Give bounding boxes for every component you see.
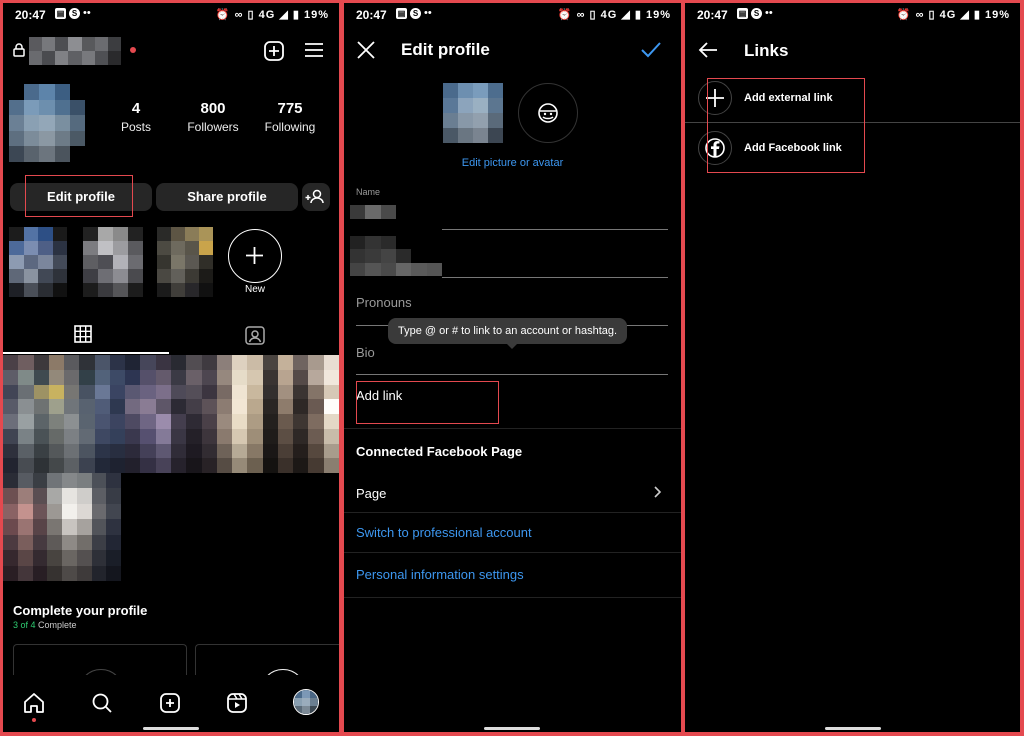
complete-profile-title: Complete your profile: [13, 603, 148, 618]
divider: [344, 552, 681, 553]
followers-label[interactable]: Followers: [173, 120, 253, 134]
avatar-face-icon: [538, 103, 558, 123]
lock-icon: [13, 43, 25, 57]
status-bar: 20:47 ▤ S •• ⏰ ∞ ▯ 4G ◢ ▮ 19%: [685, 3, 1020, 27]
new-highlight-button[interactable]: [228, 229, 282, 283]
back-arrow-icon[interactable]: [697, 40, 719, 60]
status-bar: 20:47 ▤ S •• ⏰ ∞ ▯ 4G ◢ ▮ 19%: [3, 3, 339, 27]
tagged-tab-icon[interactable]: [244, 324, 266, 346]
story-highlight-3[interactable]: [157, 227, 213, 297]
share-profile-button[interactable]: Share profile: [156, 183, 298, 211]
battery-level: 19%: [303, 9, 329, 21]
pronouns-field[interactable]: Pronouns: [356, 295, 412, 310]
create-post-icon[interactable]: [263, 40, 285, 62]
profile-tab-avatar[interactable]: [293, 689, 319, 715]
switch-professional-link[interactable]: Switch to professional account: [356, 525, 532, 540]
edit-profile-screen: 20:47 ▤ S •• ⏰ ∞ ▯ 4G ◢ ▮ 19% Edit profile…: [344, 3, 681, 732]
bio-tooltip-text: Type @ or # to link to an account or has…: [398, 325, 618, 337]
status-time: 20:47: [15, 8, 46, 22]
connected-facebook-heading: Connected Facebook Page: [356, 444, 523, 459]
name-field-value[interactable]: [350, 205, 396, 219]
posts-count[interactable]: 4: [96, 100, 176, 117]
status-time: 20:47: [356, 8, 387, 22]
status-time: 20:47: [697, 8, 728, 22]
name-label: Name: [356, 187, 381, 197]
grid-tab-icon[interactable]: [73, 324, 93, 344]
avatar-button[interactable]: [518, 83, 578, 143]
bio-field[interactable]: Bio: [356, 345, 375, 360]
search-icon[interactable]: [90, 691, 114, 715]
page-row-label[interactable]: Page: [356, 486, 386, 501]
followers-count[interactable]: 800: [173, 100, 253, 117]
posts-label[interactable]: Posts: [96, 120, 176, 134]
add-person-icon: [305, 189, 324, 204]
page-title: Edit profile: [401, 40, 490, 59]
home-indicator: [825, 727, 881, 730]
page-title: Links: [744, 41, 789, 60]
battery-level: 19%: [984, 9, 1010, 21]
divider: [344, 512, 681, 513]
notification-icons: ▤ S ••: [737, 7, 773, 19]
menu-icon[interactable]: [304, 41, 324, 59]
bio-underline: [356, 374, 668, 375]
battery-level: 19%: [645, 9, 671, 21]
story-highlight-1[interactable]: [9, 227, 67, 297]
progress-suffix: Complete: [35, 620, 77, 630]
profile-picture[interactable]: [443, 83, 503, 143]
name-underline: [442, 229, 668, 230]
post-thumbnail-lower[interactable]: [3, 473, 121, 581]
home-indicator: [484, 727, 540, 730]
notification-icons: ▤ S ••: [396, 7, 432, 19]
links-screen: 20:47 ▤ S •• ⏰ ∞ ▯ 4G ◢ ▮ 19% Links Add ex…: [685, 3, 1020, 732]
reels-icon[interactable]: [225, 691, 249, 715]
discover-people-button[interactable]: [302, 183, 330, 211]
notification-dot: [130, 47, 136, 53]
bio-tooltip: Type @ or # to link to an account or has…: [388, 318, 628, 344]
story-highlight-2[interactable]: [83, 227, 143, 297]
username-blurred[interactable]: [29, 37, 121, 65]
close-icon[interactable]: [356, 40, 376, 60]
divider: [344, 597, 681, 598]
highlight-box-edit-profile: [25, 175, 133, 217]
tooltip-arrow: [506, 343, 518, 349]
plus-icon: [246, 247, 263, 264]
status-bar: 20:47 ▤ S •• ⏰ ∞ ▯ 4G ◢ ▮ 19%: [344, 3, 681, 27]
following-count[interactable]: 775: [250, 100, 330, 117]
complete-profile-progress: 3 of 4 Complete: [13, 620, 77, 630]
chevron-right-icon[interactable]: [652, 485, 664, 499]
username-underline: [442, 277, 668, 278]
active-tab-indicator: [3, 352, 169, 354]
profile-avatar[interactable]: [9, 84, 85, 162]
edit-picture-link[interactable]: Edit picture or avatar: [344, 157, 681, 169]
network-label: 4G: [939, 9, 957, 21]
network-label: 4G: [600, 9, 618, 21]
status-right-icons: ⏰ ∞ ▯ 4G ◢ ▮ 19%: [215, 9, 329, 21]
following-label[interactable]: Following: [250, 120, 330, 134]
post-thumbnail[interactable]: [3, 355, 339, 473]
username-field-value[interactable]: [350, 236, 442, 276]
profile-screen: 20:47 ▤ S •• ⏰ ∞ ▯ 4G ◢ ▮ 19% 4 Posts 800 …: [3, 3, 339, 732]
create-icon[interactable]: [158, 691, 182, 715]
notification-icons: ▤ S ••: [55, 7, 91, 19]
home-indicator: [143, 727, 199, 730]
status-right-icons: ⏰ ∞ ▯ 4G ◢ ▮ 19%: [896, 9, 1010, 21]
divider: [344, 428, 681, 429]
new-highlight-label: New: [244, 284, 265, 295]
personal-info-link[interactable]: Personal information settings: [356, 567, 524, 582]
checkmark-icon[interactable]: [640, 40, 662, 60]
highlight-box-links: [707, 78, 865, 173]
home-icon[interactable]: [22, 691, 46, 715]
progress-count: 3 of 4: [13, 620, 36, 630]
status-right-icons: ⏰ ∞ ▯ 4G ◢ ▮ 19%: [557, 9, 671, 21]
network-label: 4G: [258, 9, 276, 21]
highlight-box-add-link: [356, 381, 499, 424]
home-notification-dot: [32, 718, 36, 722]
